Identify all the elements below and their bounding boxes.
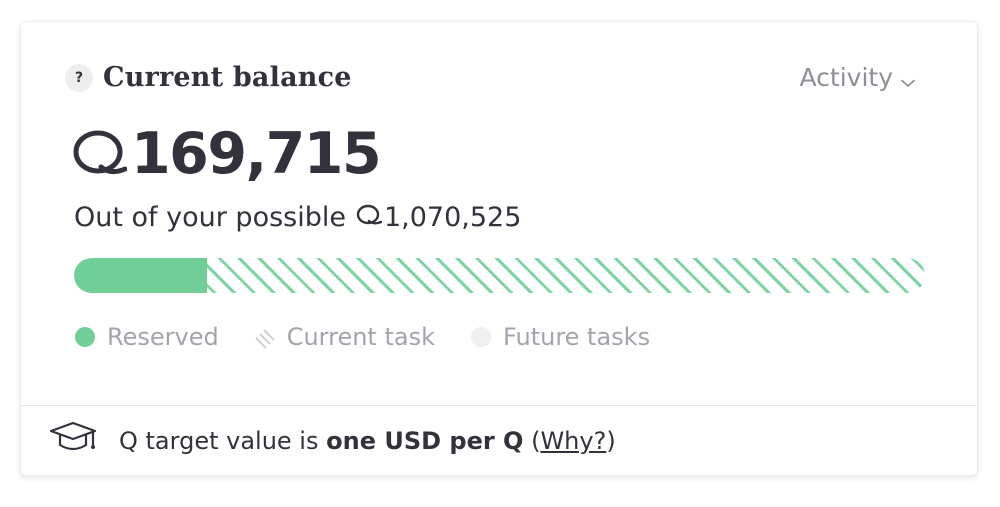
card-title: Current balance [103,62,352,93]
activity-dropdown[interactable]: Activity [800,61,916,94]
current-balance: 169,715 [71,121,382,187]
footer-text-prefix: Q target value is [119,427,319,455]
graduation-cap-icon [49,421,97,461]
card-footer: Q target value is one USD per Q (Why?) [49,421,616,461]
reserved-dot-icon [75,327,95,347]
q-currency-icon [356,202,383,233]
balance-card: ? Current balance Activity 169,715 Out o… [20,21,978,476]
legend-label-current-task: Current task [286,323,435,351]
future-dot-icon [471,327,491,347]
chevron-down-icon [901,65,915,94]
legend-label-future-tasks: Future tasks [503,323,651,351]
progress-legend: Reserved Current task Future tasks [75,323,686,351]
footer-text-bold: one USD per Q [326,427,524,455]
legend-item-future-tasks: Future tasks [471,323,650,351]
legend-label-reserved: Reserved [107,323,219,351]
possible-prefix: Out of your possible [74,202,346,233]
legend-item-current-task: Current task [254,323,435,351]
balance-value: 169,715 [131,121,382,187]
footer-close-paren: ) [606,427,616,455]
possible-value: 1,070,525 [383,202,522,233]
card-divider [21,405,977,406]
q-currency-icon [71,129,128,181]
card-header: ? Current balance [65,62,352,93]
hatch-icon [254,327,275,349]
legend-item-reserved: Reserved [75,323,219,351]
possible-balance: Out of your possible 1,070,525 [74,202,521,233]
balance-progress-bar [74,258,925,293]
progress-reserved-fill [74,258,207,293]
help-icon[interactable]: ? [65,63,93,92]
activity-label: Activity [799,63,894,92]
footer-text: Q target value is one USD per Q (Why?) [119,427,616,455]
why-link[interactable]: Why? [540,427,606,455]
